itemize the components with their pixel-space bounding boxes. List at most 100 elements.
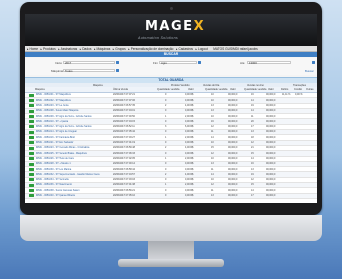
nav-item-home[interactable]: ▸ Home — [27, 47, 38, 51]
cell-date: 20/06/2017 07:04:01 — [113, 109, 135, 113]
cell-v2: 00,000,0 — [228, 146, 238, 150]
cell-date: 20/06/2017 07:00:12 — [113, 162, 135, 166]
status-badge — [29, 167, 34, 171]
inicio-input[interactable]: 2017 — [63, 60, 115, 64]
app-header: MAGEX Automation Solutions — [25, 14, 317, 46]
cell-name[interactable]: IRMU - 0051028 - ST + Mestre 1 — [36, 162, 71, 165]
cell-v3: 00,000,0 — [266, 130, 276, 134]
cell-name[interactable]: IRMU - 0051038 - Sooré Canovas Salem — [36, 189, 80, 192]
calendar-icon[interactable] — [116, 60, 119, 64]
col-outras[interactable]: Outras — [306, 88, 314, 91]
table-row[interactable]: IRMU - 0051040 - ST Ipanau Ribeira 20/06/… — [25, 193, 317, 199]
cell-q3: 18 — [251, 135, 254, 139]
nav-item-assinaturas[interactable]: ▸ Assinaturas — [58, 47, 77, 51]
app-logo[interactable]: MAGEX — [145, 19, 205, 34]
col-ultima-venda[interactable]: Última Venda — [113, 88, 128, 91]
cell-name[interactable]: IRMU - 0051002 - ST Maquilinos — [36, 99, 71, 102]
cell-q3: 14 — [251, 188, 254, 192]
cell-v3: 00,000,0 — [266, 188, 276, 192]
cell-v1: 0,00 R$ — [185, 141, 194, 145]
status-badge — [29, 130, 34, 134]
nav-item-personalizacao[interactable]: ▸ Personalização de dominação — [128, 47, 173, 51]
cell-v3: 00,000,0 — [266, 194, 276, 198]
cell-v3: 00,000,0 — [266, 109, 276, 113]
cell-name[interactable]: IRMU - 0051021 - ST Ecc Salvador — [36, 141, 73, 144]
nav-item-maquinas[interactable]: ▸ Máquinas — [94, 47, 110, 51]
cell-name[interactable]: IRMU - 0051010 - ST + Ipanta — [36, 120, 68, 123]
cell-v3: 00,000,0 — [266, 98, 276, 102]
cell-date: 20/06/2017 07:05:10 — [113, 194, 135, 198]
nav-item-produtos[interactable]: ▸ Produtos — [41, 47, 56, 51]
ate-input[interactable]: 13000 — [247, 60, 291, 64]
col-qtd-produto[interactable]: Quantidade vendida — [157, 88, 179, 91]
calendar-icon[interactable] — [198, 60, 201, 64]
col-valor-ano[interactable]: Valor — [268, 88, 274, 91]
cell-q2: 10 — [211, 156, 214, 160]
nav-item-dados[interactable]: ▸ Dados — [80, 47, 92, 51]
cell-v1: 0,00 R$ — [185, 162, 194, 166]
cell-q1: 0 — [165, 151, 167, 155]
calendar-icon[interactable] — [312, 60, 315, 64]
status-badge — [29, 151, 34, 155]
cell-name[interactable]: IRMU - 0051012 - ST Agro da Terra - Gômi… — [36, 125, 92, 128]
cell-name[interactable]: IRMU - 0051032 - ST Supermercado - Gaúdi… — [36, 173, 99, 176]
cell-date: 20/06/2017 06:52:11 — [113, 125, 135, 129]
cell-name[interactable]: IRMU - 0051001 - ST Maquilinos — [36, 93, 71, 96]
col-credito[interactable]: Crédito — [294, 88, 302, 91]
cell-q1: 0 — [165, 109, 167, 113]
cell-q3: 15 — [251, 183, 254, 187]
col-qtd-ano[interactable]: Quantidade vendida — [244, 88, 266, 91]
monitor-bezel: MAGEX Automation Solutions ▸ Home ▸ Prod… — [20, 2, 322, 215]
cell-name[interactable]: IRMU - 0051003 - ST La Junta — [36, 104, 69, 107]
col-debito[interactable]: Débito — [281, 88, 288, 91]
cell-q2: 11 — [211, 188, 214, 192]
cell-v3: 00,000,0 — [266, 103, 276, 107]
chevron-down-icon[interactable] — [116, 68, 119, 72]
cell-name[interactable]: IRMU - 0051023 - ST Cercado Minas - Cris… — [36, 146, 89, 149]
screen: MAGEX Automation Solutions ▸ Home ▸ Prod… — [25, 14, 317, 203]
cell-v2: 00,000,0 — [228, 156, 238, 160]
cell-name[interactable]: IRMU - 0051026 - ST Tietê de Cara — [36, 157, 74, 160]
cell-v1: 0,00 R$ — [185, 98, 194, 102]
cell-v1: 0,00 R$ — [185, 119, 194, 123]
cell-date: 20/06/2017 06:58:44 — [113, 167, 135, 171]
status-badge — [29, 93, 34, 97]
cell-q1: 2 — [165, 146, 167, 150]
maquinas-select[interactable]: Todos — [63, 68, 115, 72]
search-link[interactable]: Buscar — [305, 69, 314, 73]
cell-name[interactable]: IRMU - 0051034 - ST Vermella — [36, 178, 69, 181]
cell-name[interactable]: IRMU - 0051009 - ST Agro da Terra - Gômi… — [36, 115, 92, 118]
cell-v2: 00,000,0 — [228, 172, 238, 176]
cell-name[interactable]: IRMU - 0051014 - ST Agro de Uruguai — [36, 130, 77, 133]
cell-v3: 00,000,0 — [266, 114, 276, 118]
fim-label: Fim — [153, 61, 158, 65]
col-valor-dia[interactable]: Valor — [230, 88, 236, 91]
cell-name[interactable]: IRMU - 0051008 - Souto Maior Máquina — [36, 109, 78, 112]
cell-q1: 2 — [165, 103, 167, 107]
cell-date: 20/06/2017 07:07:21 — [113, 93, 135, 97]
cell-name[interactable]: IRMU - 0051016 - ST Farmácia Bráz — [36, 136, 75, 139]
cell-name[interactable]: IRMU - 0051040 - ST Ipanau Ribeira — [36, 194, 75, 197]
cell-name[interactable]: IRMU - 0051036 - ST Nascimento — [36, 183, 72, 186]
cell-v1: 4,00 R$ — [185, 103, 194, 107]
cell-date: 20/06/2017 06:56:21 — [113, 188, 135, 192]
cell-name[interactable]: IRMU - 0051030 - ST Los Marina — [36, 168, 71, 171]
cell-q3: 14 — [251, 156, 254, 160]
nav-item-logout[interactable]: ▸ Logout — [196, 47, 208, 51]
cell-q3: 13 — [251, 167, 254, 171]
col-qtd-dia[interactable]: Quantidade vendida — [205, 88, 227, 91]
cell-q2: 14 — [211, 172, 214, 176]
cell-date: 20/06/2017 07:04:57 — [113, 172, 135, 176]
monitor-stand — [148, 241, 194, 261]
col-maquina[interactable]: Máquina — [35, 88, 45, 91]
nav-item-grupos[interactable]: ▸ Grupos — [113, 47, 126, 51]
cell-v2: 00,000,0 — [228, 151, 238, 155]
cell-q1: 0 — [165, 194, 167, 198]
cell-c: 0,00 % — [295, 93, 303, 97]
nav-item-cadastros[interactable]: ▸ Cadastros — [176, 47, 193, 51]
cell-v3: 00,000,0 — [266, 183, 276, 187]
cell-q2: 13 — [211, 103, 214, 107]
fim-input[interactable]: Agro — [159, 60, 197, 64]
cell-name[interactable]: IRMU - 0051025 - ST Veredo Braka - Maqul… — [36, 152, 87, 155]
col-valor-produto[interactable]: Valor — [188, 88, 194, 91]
